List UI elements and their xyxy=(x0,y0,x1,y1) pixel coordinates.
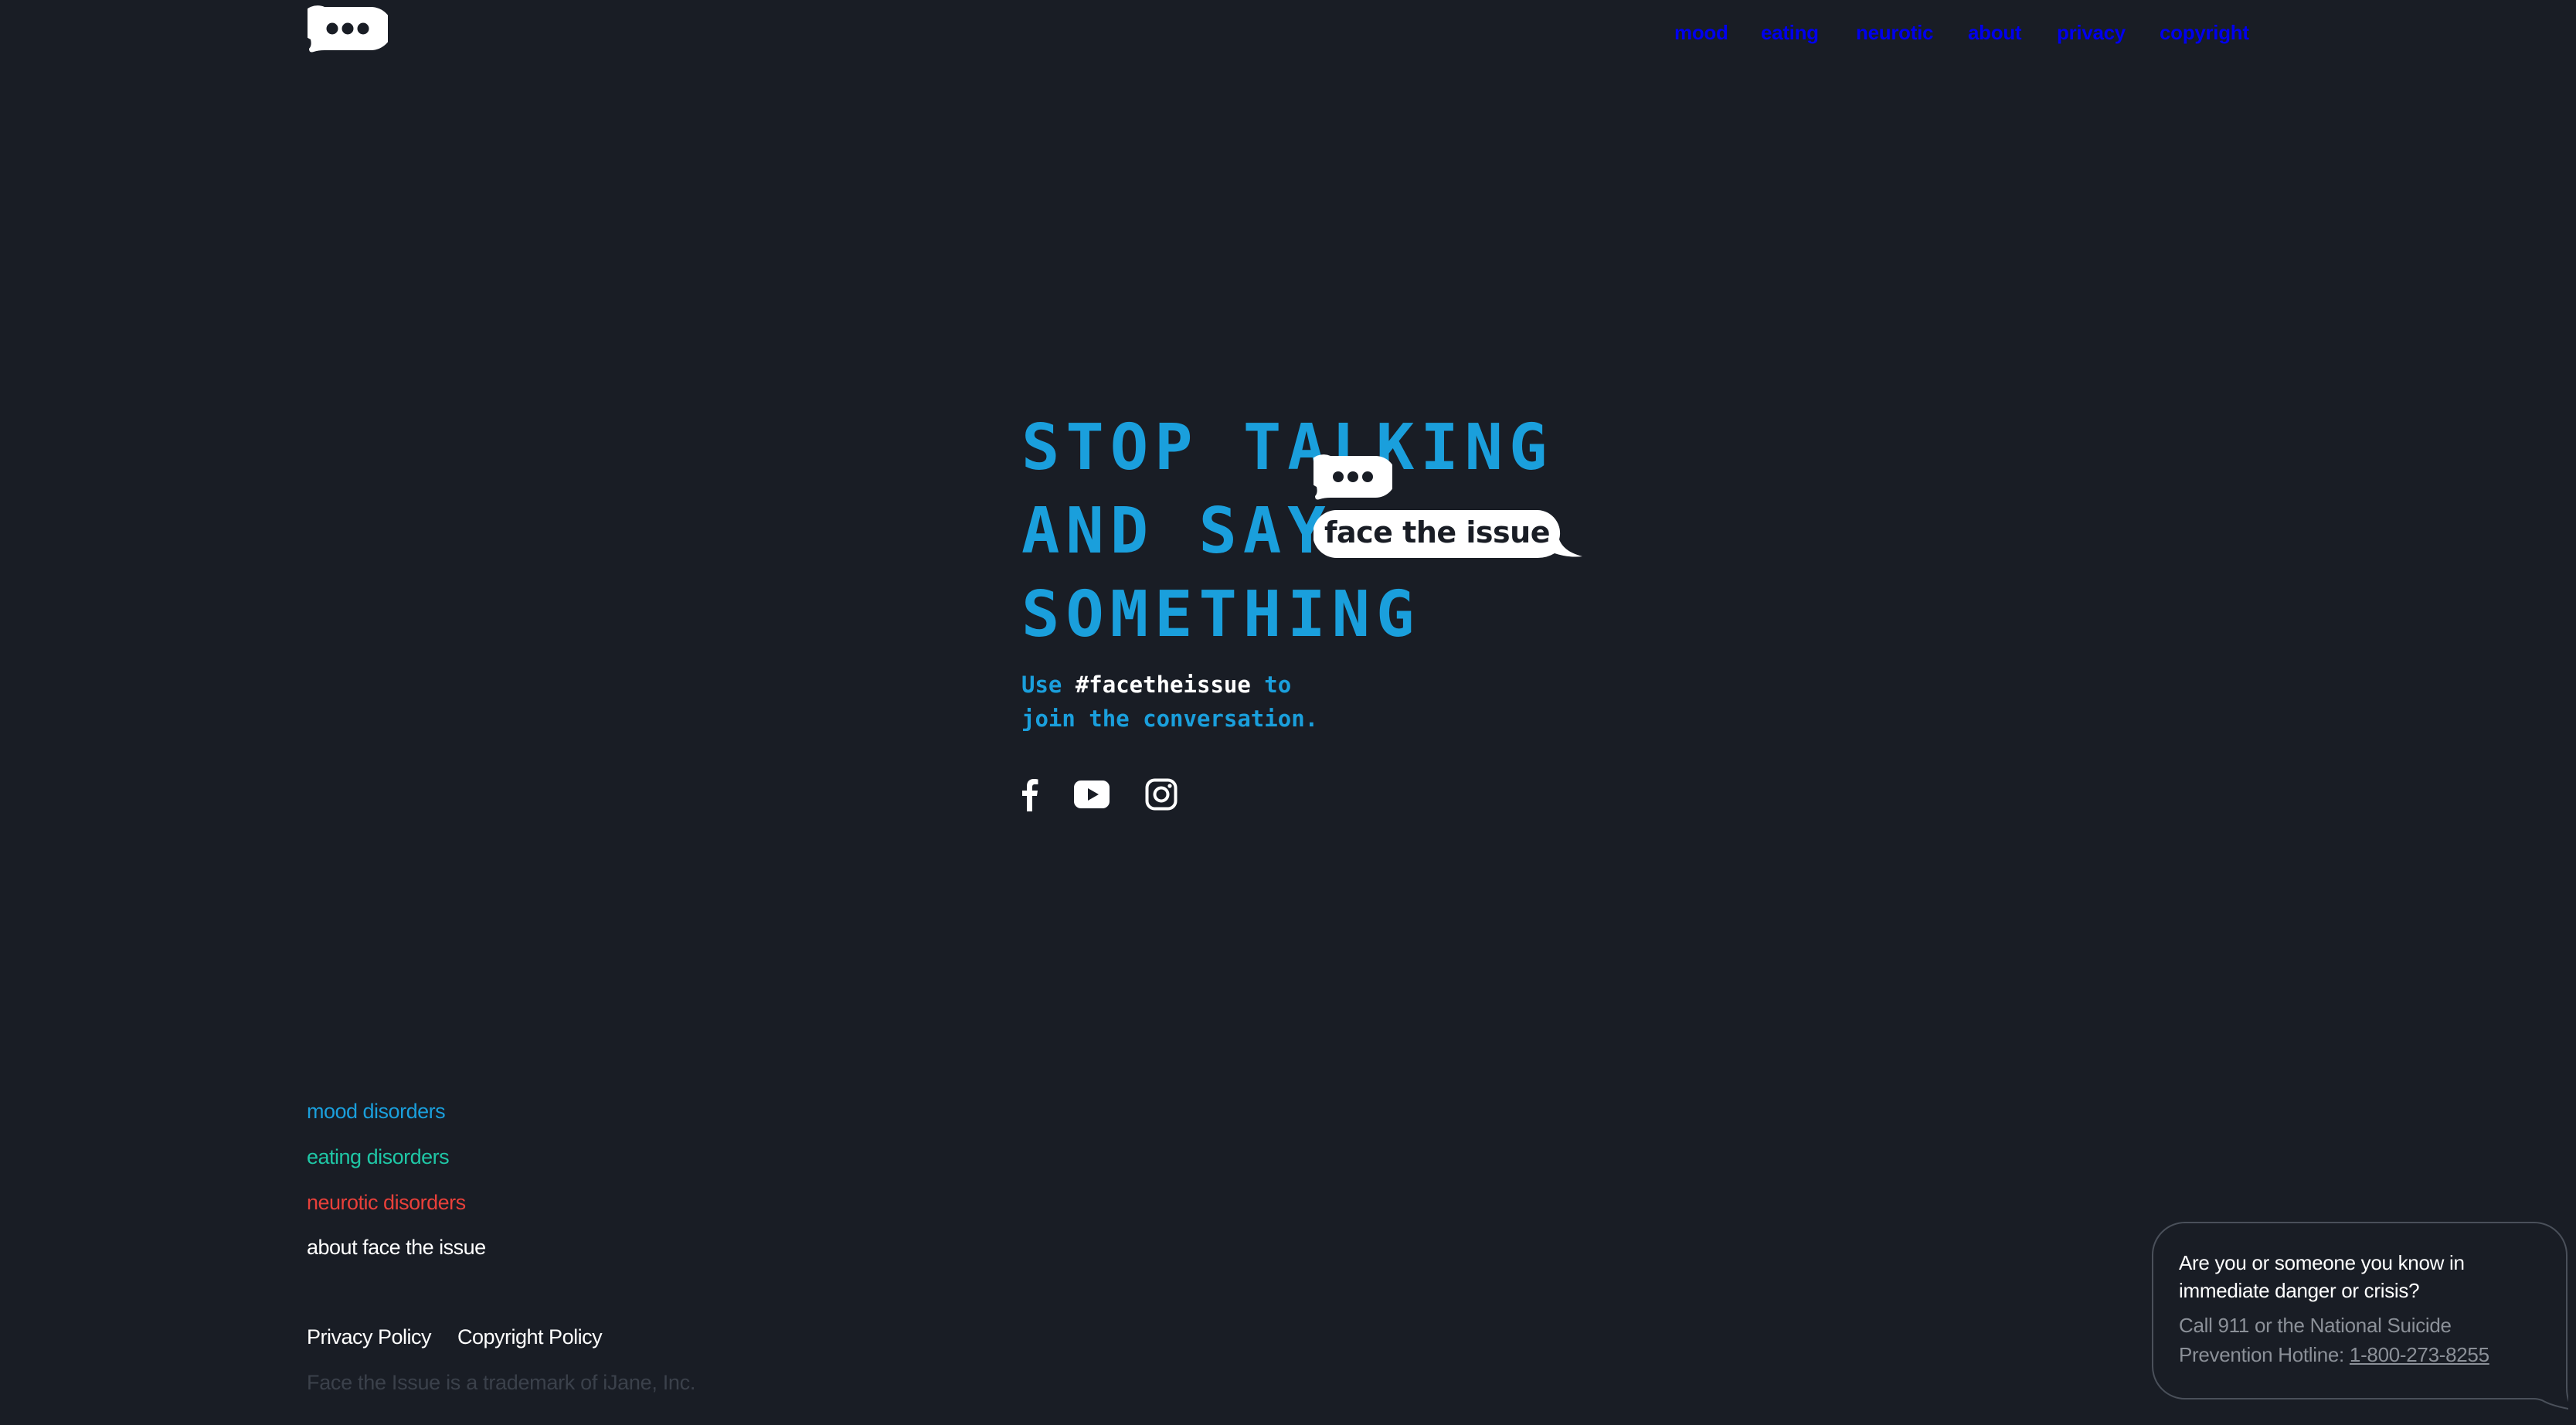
headline-line: STOP TALKING xyxy=(1021,411,1554,485)
nav-neurotic[interactable]: neurotic xyxy=(1856,19,1933,46)
tagline-suffix: to xyxy=(1250,672,1292,698)
hashtag: #facetheissue xyxy=(1075,672,1251,698)
nav-privacy[interactable]: privacy xyxy=(2057,19,2126,46)
footer-link-about[interactable]: about face the issue xyxy=(307,1233,486,1261)
crisis-question: Are you or someone you know in immediate… xyxy=(2179,1251,2465,1302)
privacy-policy-link[interactable]: Privacy Policy xyxy=(307,1323,432,1351)
footer-link-neurotic[interactable]: neurotic disorders xyxy=(307,1189,466,1216)
footer-link-mood[interactable]: mood disorders xyxy=(307,1097,446,1125)
tagline-prefix: Use xyxy=(1021,672,1076,698)
hero: STOP TALKING AND SAY SOMETHING face the … xyxy=(1021,406,1640,839)
nav-copyright[interactable]: copyright xyxy=(2160,19,2249,46)
site-logo[interactable] xyxy=(308,5,388,53)
crisis-help-bubble: Are you or someone you know in immediate… xyxy=(2151,1221,2568,1414)
nav-about[interactable]: about xyxy=(1968,19,2022,46)
nav-eating[interactable]: eating xyxy=(1761,19,1819,46)
tagline-line-2: join the conversation. xyxy=(1021,706,1319,732)
trademark-notice: Face the Issue is a trademark of iJane, … xyxy=(307,1371,696,1394)
typing-bubble-icon xyxy=(1307,454,1396,501)
copyright-policy-link[interactable]: Copyright Policy xyxy=(457,1323,603,1351)
bubble-label: face the issue xyxy=(1324,515,1551,549)
crisis-answer: Call 911 or the National Suicide Prevent… xyxy=(2179,1311,2534,1369)
instagram-icon[interactable] xyxy=(1145,778,1178,815)
facebook-icon[interactable] xyxy=(1021,777,1038,815)
tagline-line-1: Use #facetheissue to xyxy=(1021,668,1318,702)
hotline-phone-link[interactable]: 1-800-273-8255 xyxy=(2350,1343,2489,1366)
speech-bubble-dots-icon xyxy=(308,5,388,53)
youtube-icon[interactable] xyxy=(1074,781,1110,812)
footer-link-eating[interactable]: eating disorders xyxy=(307,1143,450,1171)
face-the-issue-bubble: face the issue xyxy=(1313,508,1585,569)
social-links xyxy=(1021,777,1222,821)
nav-mood[interactable]: mood xyxy=(1674,19,1728,46)
hashtag-tagline: Use #facetheissue to join the conversati… xyxy=(1021,668,1318,736)
headline-line: SOMETHING xyxy=(1021,578,1421,651)
top-nav: mood eating neurotic about privacy copyr… xyxy=(1669,19,2249,49)
